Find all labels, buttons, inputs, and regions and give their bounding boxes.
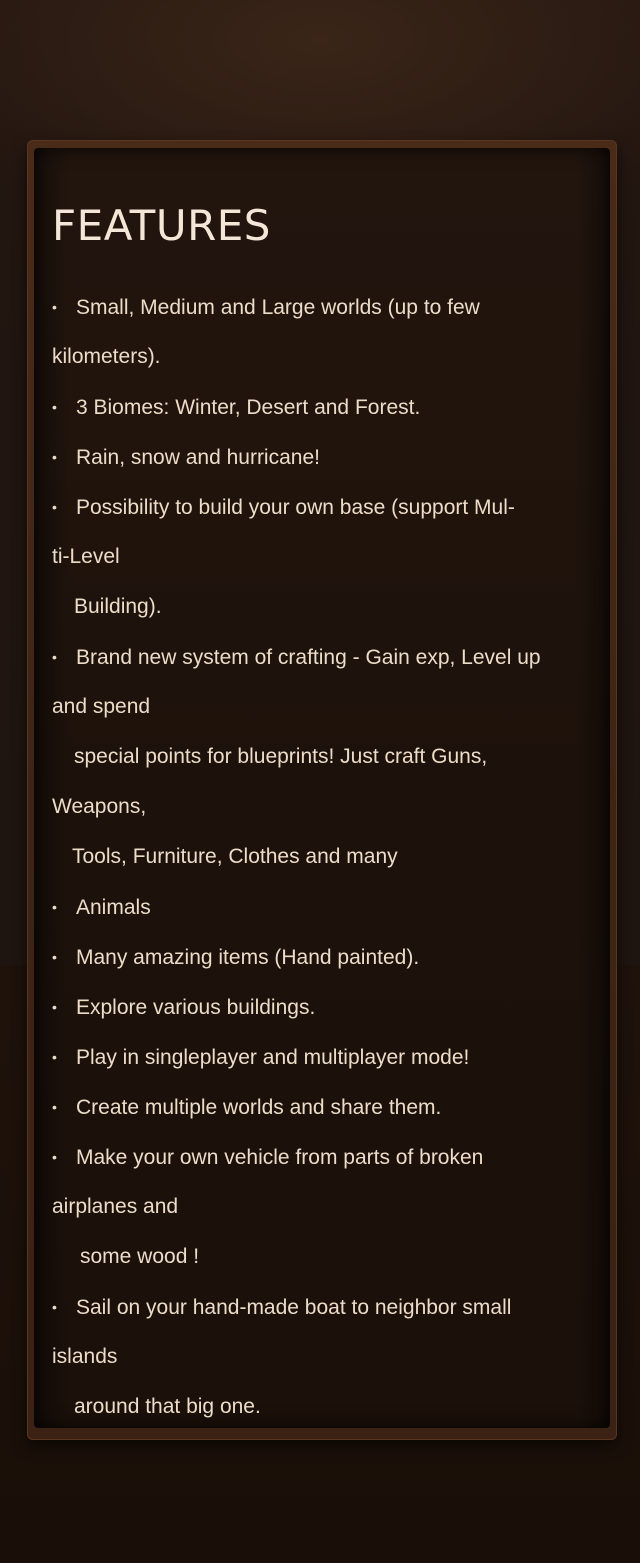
feature-item-continuation: special points for blueprints! Just craf… [74,745,488,768]
feature-item: • Many amazing items (Hand painted). [52,932,612,982]
feature-item-continuation: kilometers). [52,345,161,368]
bullet-icon: • [52,1149,57,1165]
bullet-icon: • [52,949,57,965]
features-title: FEATURES [52,201,271,250]
feature-item: • Sail on your hand-made boat to neighbor… [52,1282,612,1332]
bullet-icon: • [52,1099,57,1115]
bullet-icon: • [52,899,57,915]
feature-item: • Possibility to build your own base (sup… [52,482,612,532]
feature-item: • Animals [52,882,612,932]
feature-list: • Small, Medium and Large worlds (up to f… [52,282,612,1432]
feature-item: • Make your own vehicle from parts of bro… [52,1132,612,1182]
feature-item: • Brand new system of crafting - Gain exp… [52,632,612,682]
bullet-icon: • [52,499,57,515]
feature-item-continuation: Weapons, [52,795,147,818]
feature-item-continuation: airplanes and [52,1195,179,1218]
feature-item: • 3 Biomes: Winter, Desert and Forest. [52,382,612,432]
bullet-icon: • [52,399,57,415]
bullet-icon: • [52,1299,57,1315]
feature-item-continuation: islands [52,1345,118,1368]
feature-item: • Rain, snow and hurricane! [52,432,612,482]
feature-item-continuation: some wood ! [80,1245,200,1268]
bullet-icon: • [52,1049,57,1065]
feature-item-continuation: around that big one. [74,1395,261,1418]
feature-item-continuation: Building). [74,595,162,618]
feature-item: • Play in singleplayer and multiplayer mo… [52,1032,612,1082]
feature-item: • Explore various buildings. [52,982,612,1032]
feature-item-continuation: and spend [52,695,151,718]
bullet-icon: • [52,649,57,665]
bullet-icon: • [52,999,57,1015]
feature-item: • Small, Medium and Large worlds (up to f… [52,282,612,332]
bullet-icon: • [52,299,57,315]
feature-item: • Create multiple worlds and share them. [52,1082,612,1132]
bullet-icon: • [52,449,57,465]
feature-item-continuation: Tools, Furniture, Clothes and many [72,845,398,868]
feature-item-continuation: ti-Level [52,545,120,568]
